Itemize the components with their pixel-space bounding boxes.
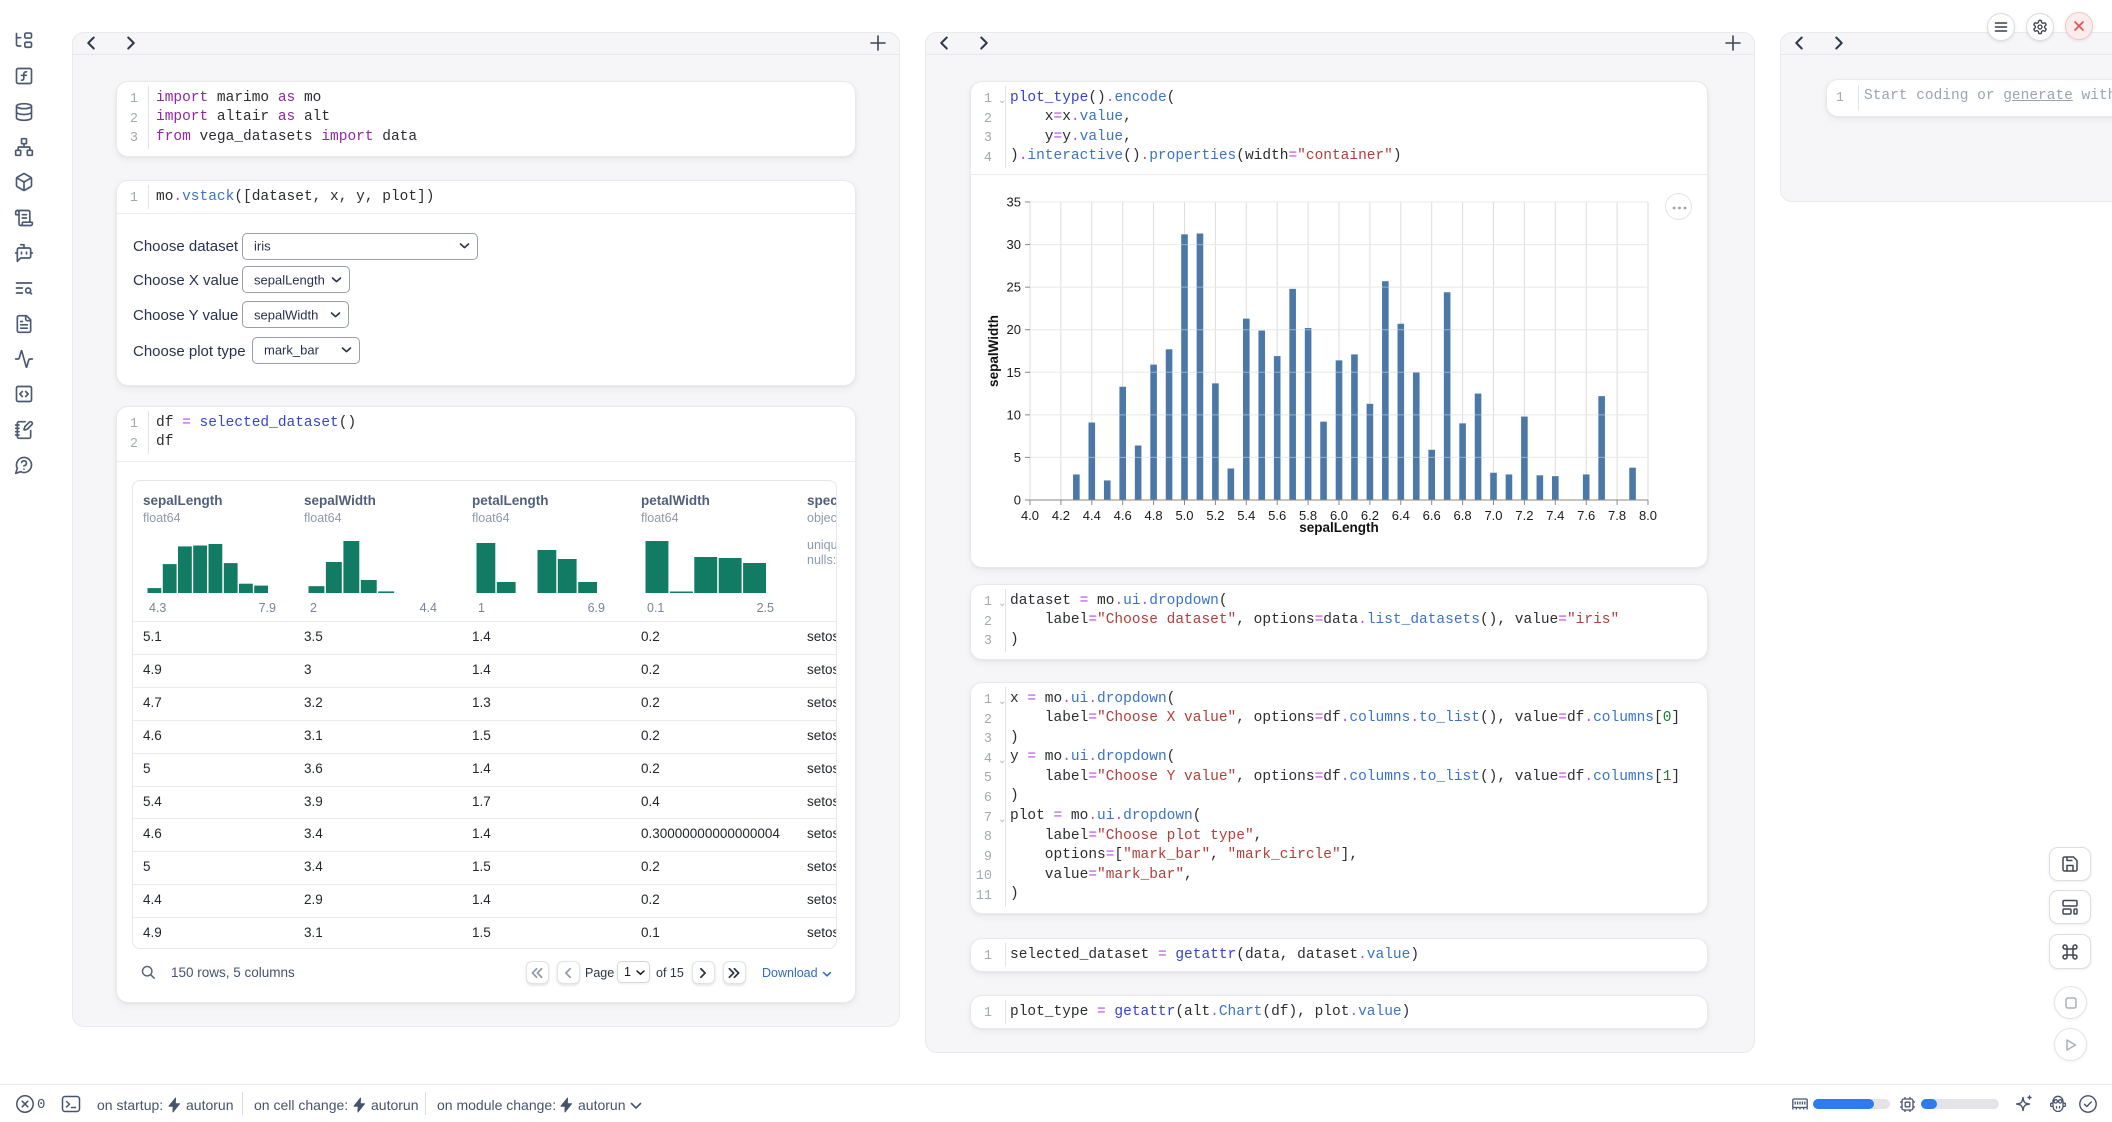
svg-text:25: 25 <box>1007 280 1021 295</box>
svg-text:5.2: 5.2 <box>1206 508 1224 523</box>
svg-text:20: 20 <box>1007 322 1021 337</box>
svg-text:5.0: 5.0 <box>1175 508 1193 523</box>
svg-text:7.4: 7.4 <box>1546 508 1564 523</box>
svg-text:5.6: 5.6 <box>1268 508 1286 523</box>
svg-text:6.4: 6.4 <box>1392 508 1410 523</box>
svg-text:7.8: 7.8 <box>1608 508 1626 523</box>
svg-text:6.8: 6.8 <box>1454 508 1472 523</box>
svg-text:sepalWidth: sepalWidth <box>986 315 1001 387</box>
svg-text:7.6: 7.6 <box>1577 508 1595 523</box>
svg-text:7.0: 7.0 <box>1484 508 1502 523</box>
svg-text:7.2: 7.2 <box>1515 508 1533 523</box>
svg-text:sepalLength: sepalLength <box>1299 520 1379 535</box>
svg-text:5.4: 5.4 <box>1237 508 1255 523</box>
svg-text:4.8: 4.8 <box>1145 508 1163 523</box>
svg-text:6.6: 6.6 <box>1423 508 1441 523</box>
svg-text:15: 15 <box>1007 365 1021 380</box>
svg-text:10: 10 <box>1007 407 1021 422</box>
svg-text:8.0: 8.0 <box>1639 508 1657 523</box>
svg-text:4.0: 4.0 <box>1021 508 1039 523</box>
svg-text:35: 35 <box>1007 195 1021 210</box>
svg-text:4.2: 4.2 <box>1052 508 1070 523</box>
svg-text:5: 5 <box>1014 450 1021 465</box>
svg-text:4.4: 4.4 <box>1083 508 1101 523</box>
svg-text:4.6: 4.6 <box>1114 508 1132 523</box>
svg-text:0: 0 <box>1014 493 1021 508</box>
svg-text:30: 30 <box>1007 237 1021 252</box>
